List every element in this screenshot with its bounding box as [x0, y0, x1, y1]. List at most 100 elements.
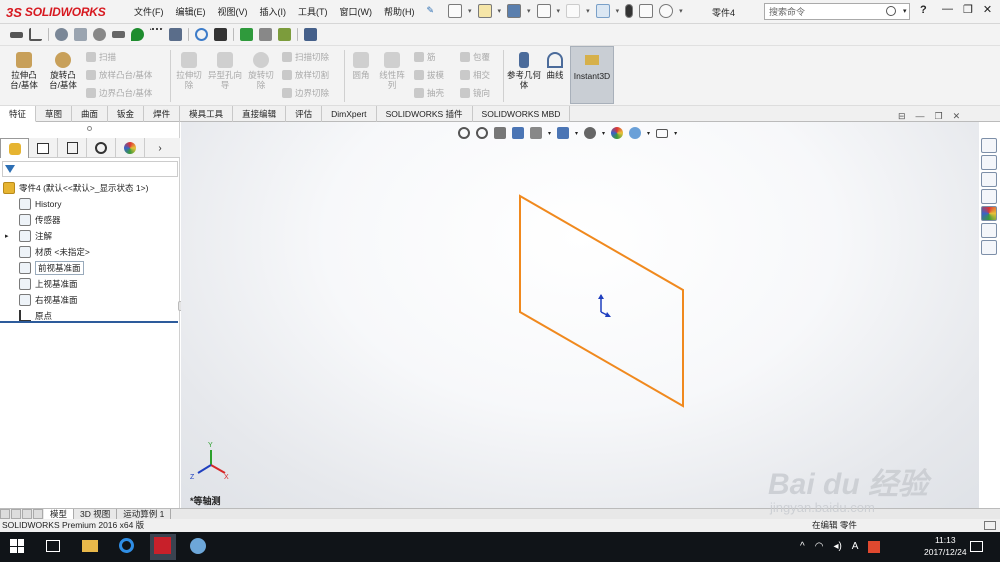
view-orientation-dropdown-icon[interactable]: ▾ [548, 130, 551, 137]
zoom-to-area-icon[interactable] [476, 127, 488, 139]
viewport-close-button[interactable]: ✕ [953, 111, 961, 122]
linear-pattern-button[interactable]: 线性阵列 [376, 52, 408, 90]
printer-small-icon[interactable] [259, 28, 272, 41]
reference-geometry-button[interactable]: 参考几何体 [507, 52, 541, 90]
new-dropdown-icon[interactable]: ▾ [468, 7, 472, 15]
pin-icon[interactable]: ✎ [427, 5, 435, 18]
undo-icon[interactable] [566, 4, 581, 18]
hole-wizard-button[interactable]: 异型孔向导 [208, 52, 242, 90]
viewport-minimize-button[interactable]: — [916, 111, 925, 122]
print-icon[interactable] [536, 4, 551, 18]
tab-motion-study[interactable]: 运动算例 1 [117, 509, 172, 519]
status-toggle-icon[interactable] [984, 521, 996, 530]
app-taskbar-icon[interactable] [190, 538, 206, 554]
save-dropdown-icon[interactable]: ▾ [527, 7, 531, 15]
new-document-icon[interactable] [448, 4, 462, 18]
close-button[interactable]: ✕ [983, 3, 992, 16]
location-pin-icon[interactable] [131, 28, 144, 41]
fillet-button[interactable]: 圆角 [348, 52, 374, 80]
panel-handle-icon[interactable] [87, 126, 92, 131]
sphere-icon[interactable] [93, 28, 106, 41]
options-gear-icon[interactable] [659, 4, 674, 18]
last-tab-arrow-icon[interactable] [33, 509, 43, 519]
ime-indicator[interactable]: A [852, 541, 859, 553]
edit-appearance-icon[interactable] [611, 127, 624, 139]
undo-dropdown-icon[interactable]: ▾ [586, 7, 590, 15]
section-view-icon[interactable] [512, 127, 524, 139]
select-pointer-icon[interactable] [595, 4, 610, 18]
swept-cut-button[interactable]: 扫描切除 [282, 51, 329, 63]
loft-button[interactable]: 放样凸台/基体 [86, 69, 152, 81]
options-dropdown-icon[interactable]: ▾ [679, 7, 683, 15]
tree-item-front-plane[interactable]: 前视基准面 [0, 260, 180, 276]
tab-3d-views[interactable]: 3D 视图 [74, 509, 118, 519]
display-style-icon[interactable] [557, 127, 570, 139]
tab-addins[interactable]: SOLIDWORKS 插件 [377, 106, 473, 122]
file-properties-icon[interactable] [639, 4, 654, 18]
curves-button[interactable]: 曲线 [543, 52, 567, 80]
check-doc-icon[interactable] [278, 28, 291, 41]
forum-icon[interactable] [981, 240, 997, 255]
revolve-boss-button[interactable]: 旋转凸台/基体 [45, 52, 81, 90]
tab-model[interactable]: 模型 [44, 509, 75, 519]
select-dropdown-icon[interactable]: ▾ [616, 7, 620, 15]
instant3d-button[interactable]: Instant3D [570, 46, 614, 104]
key-icon[interactable] [10, 31, 23, 38]
next-tab-arrow-icon[interactable] [22, 509, 32, 519]
custom-properties-icon[interactable] [981, 223, 997, 238]
tree-item-sensors[interactable]: 传感器 [0, 212, 180, 228]
previous-view-icon[interactable] [494, 127, 506, 139]
mirror-button[interactable]: 镜向 [460, 87, 490, 99]
edge-browser-icon[interactable] [119, 538, 134, 553]
first-tab-arrow-icon[interactable] [0, 509, 10, 519]
zoom-to-fit-icon[interactable] [458, 127, 470, 139]
file-explorer-taskbar-icon[interactable] [82, 540, 98, 552]
tab-mbd[interactable]: SOLIDWORKS MBD [473, 106, 571, 122]
tree-root[interactable]: 零件4 (默认<<默认>_显示状态 1>) [0, 180, 180, 196]
binoculars-icon[interactable] [214, 28, 227, 41]
notification-center-icon[interactable] [970, 541, 983, 552]
display-style-dropdown-icon[interactable]: ▾ [575, 130, 578, 137]
menu-tools[interactable]: 工具(T) [298, 5, 328, 18]
part-icon[interactable] [74, 28, 87, 41]
tab-features[interactable]: 特征 [0, 106, 37, 122]
tile-icon[interactable]: ⊟ [898, 111, 906, 122]
ruler-icon[interactable] [169, 28, 182, 41]
task-view-icon[interactable] [46, 540, 60, 552]
revolve-cut-button[interactable]: 旋转切除 [246, 52, 276, 90]
display-manager-tab[interactable] [116, 138, 145, 158]
macro-icon[interactable] [304, 28, 317, 41]
intersect-button[interactable]: 相交 [460, 69, 490, 81]
hide-show-items-icon[interactable] [584, 127, 597, 139]
tab-mold-tools[interactable]: 模具工具 [180, 106, 234, 122]
volume-icon[interactable]: ◂) [833, 541, 841, 553]
tree-item-history[interactable]: History [0, 196, 180, 212]
panel-expand-button[interactable]: › [145, 138, 175, 158]
print-dropdown-icon[interactable]: ▾ [557, 7, 561, 15]
wave-icon[interactable] [150, 28, 163, 41]
appearances-icon[interactable] [981, 206, 997, 221]
lofted-cut-button[interactable]: 放样切割 [282, 69, 329, 81]
tab-dimxpert[interactable]: DimXpert [322, 106, 377, 122]
tree-item-top-plane[interactable]: 上视基准面 [0, 276, 180, 292]
view-settings-icon[interactable] [656, 128, 669, 138]
prev-tab-arrow-icon[interactable] [11, 509, 21, 519]
feature-tree-tab[interactable] [0, 138, 29, 158]
tree-filter-input[interactable] [2, 161, 178, 177]
tab-direct-editing[interactable]: 直接编辑 [233, 106, 287, 122]
rib-button[interactable]: 筋 [414, 51, 436, 63]
tree-item-material[interactable]: 材质 <未指定> [0, 244, 180, 260]
menu-window[interactable]: 窗口(W) [340, 5, 373, 18]
open-dropdown-icon[interactable]: ▾ [498, 7, 502, 15]
find-icon[interactable] [195, 28, 208, 41]
tab-sketch[interactable]: 草图 [36, 106, 73, 122]
help-button[interactable]: ? [920, 4, 927, 16]
configuration-manager-tab[interactable] [58, 138, 87, 158]
expand-arrow-icon[interactable]: ▸ [5, 232, 19, 240]
extrude-boss-button[interactable]: 拉伸凸台/基体 [6, 52, 42, 90]
sketch-corner-icon[interactable] [29, 28, 42, 41]
hide-show-dropdown-icon[interactable]: ▾ [602, 130, 605, 137]
windows-start-icon[interactable] [10, 539, 24, 553]
menu-help[interactable]: 帮助(H) [384, 5, 415, 18]
apply-scene-icon[interactable] [629, 127, 642, 139]
